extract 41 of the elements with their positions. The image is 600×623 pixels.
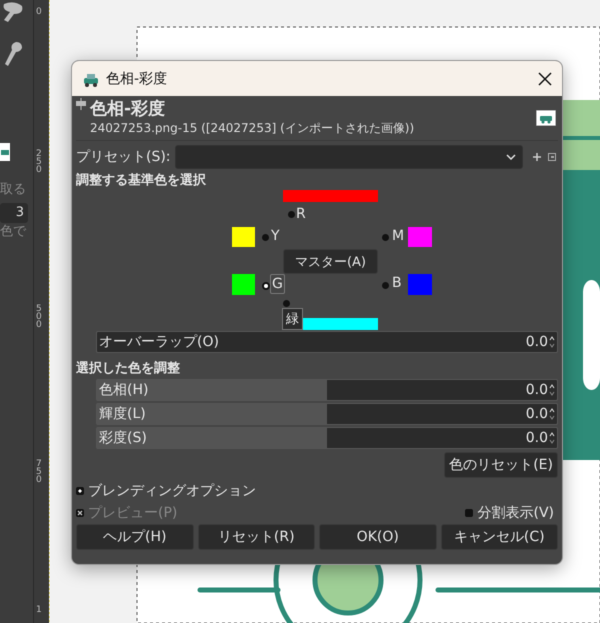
ruler-label: 0 [36,8,43,16]
window-title: 色相-彩度 [106,70,168,88]
slider[interactable]: 輝度(L) 0.0 [96,403,558,425]
dialog-button[interactable]: OK(O) [319,524,436,550]
color-label: B [391,274,403,292]
number-field[interactable]: 3 [0,203,28,223]
slider[interactable]: 色相(H) 0.0 [96,379,558,401]
blending-options-label[interactable]: ブレンディングオプション [88,482,256,500]
preset-label: プリセット(S): [76,148,171,166]
slider[interactable]: オーバーラップ(O) 0.0 [96,331,558,353]
section-heading: 選択した色を調整 [76,360,181,377]
slider-label: オーバーラップ(O) [98,333,220,351]
slider[interactable]: 彩度(S) 0.0 [96,427,558,449]
ruler-label: 500 [36,305,43,329]
slider-label: 輝度(L) [98,405,147,423]
option-label: 色で [0,223,26,240]
tooltip: 緑 [282,308,303,330]
option-label: 取る [0,181,26,198]
dialog-button[interactable]: キャンセル(C) [440,524,558,550]
master-button[interactable]: マスター(A) [283,249,378,274]
slider-value: 0.0 [526,406,548,422]
dialog-title: 色相-彩度 [90,98,166,120]
image-name: 24027253.png-15 ([24027253] (インポートされた画像)) [90,120,416,137]
slider-value: 0.0 [526,430,548,446]
slider-label: 色相(H) [98,381,150,399]
ruler-label: 1 [36,606,43,614]
color-label: R [295,205,307,223]
split-view-label: 分割表示(V) [477,504,554,522]
color-label: G [270,274,285,294]
section-heading: 調整する基準色を選択 [76,172,207,189]
ruler-label: 750 [36,460,43,484]
slider-label: 彩度(S) [98,429,148,447]
dialog-button[interactable]: ヘルプ(H) [76,524,194,550]
dialog-button[interactable]: リセット(R) [198,524,315,550]
reset-color-button[interactable]: 色のリセット(E) [444,452,558,478]
slider-value: 0.0 [526,334,548,350]
preview-label: プレビュー(P) [88,504,178,522]
ruler-label: 250 [36,150,43,174]
color-label: M [391,227,406,245]
color-label: Y [270,227,281,245]
slider-value: 0.0 [526,382,548,398]
